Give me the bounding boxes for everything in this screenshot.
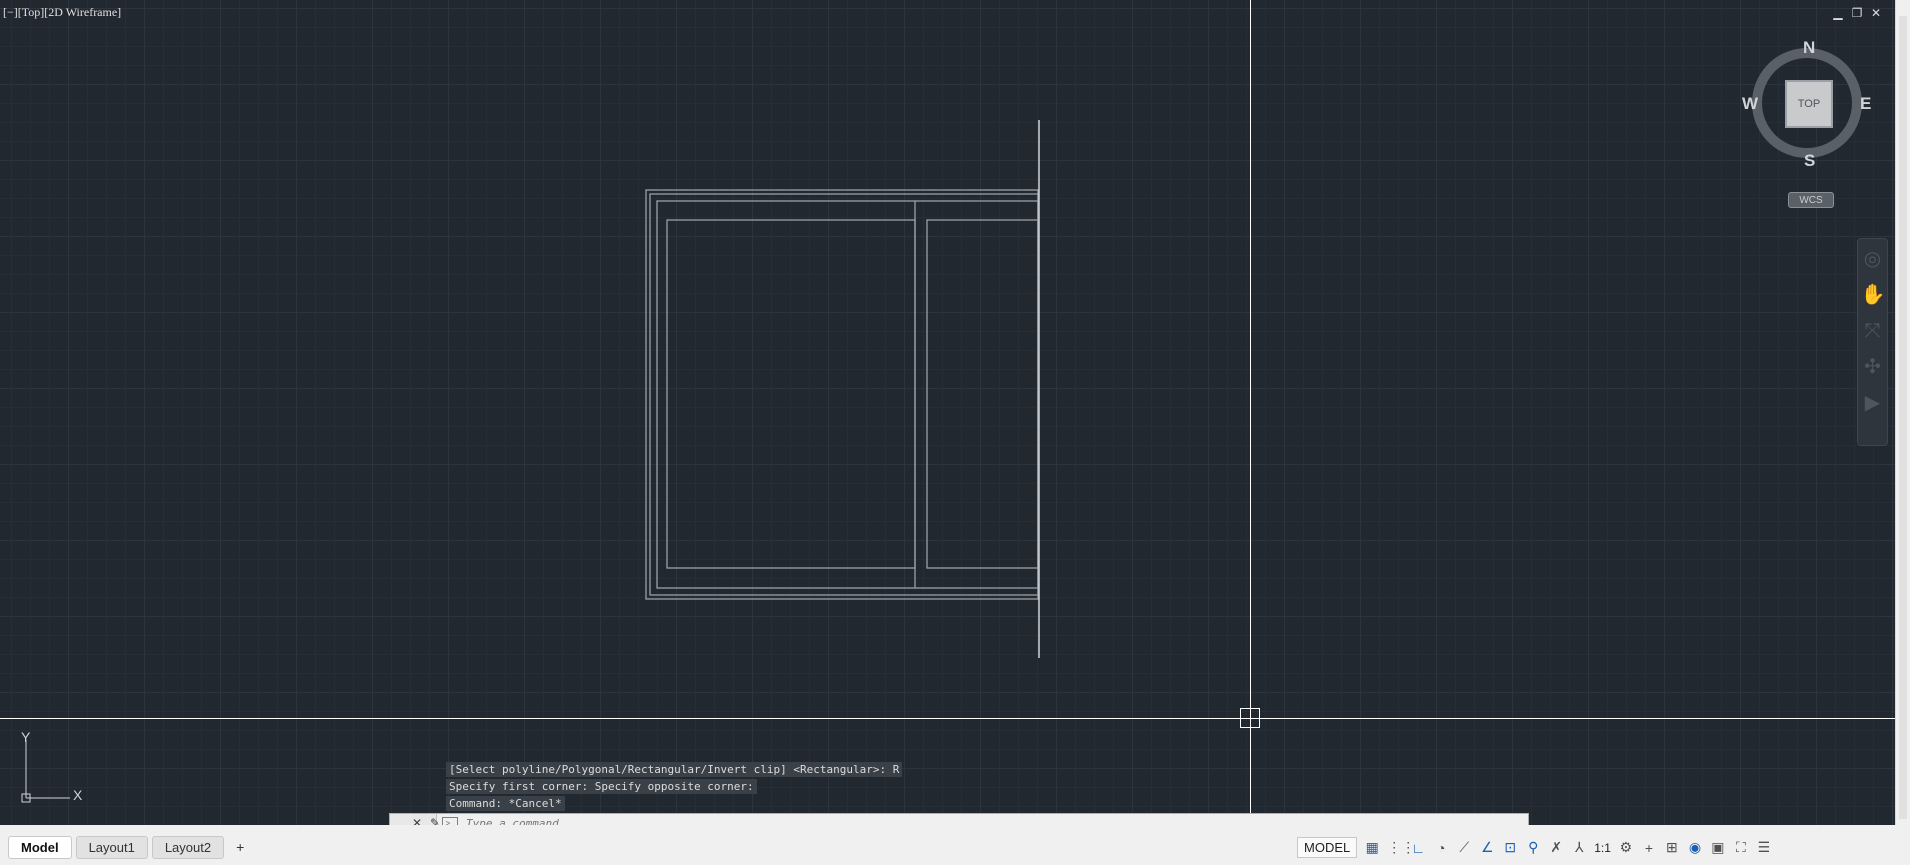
wcs-menu[interactable]: WCS <box>1788 192 1834 208</box>
compass-north[interactable]: N <box>1803 38 1815 58</box>
ucs-x-label: X <box>73 787 83 803</box>
command-history-line: [Select polyline/Polygonal/Rectangular/I… <box>446 762 903 777</box>
command-history-line: Specify first corner: Specify opposite c… <box>446 779 757 794</box>
osnap-track-icon[interactable]: ∠ <box>1479 839 1495 856</box>
auto-scale-icon[interactable]: ✗ <box>1548 839 1564 856</box>
minimize-icon[interactable]: ▁ <box>1830 6 1846 20</box>
panel-border <box>656 200 1039 589</box>
ortho-icon[interactable]: ∟ <box>1410 840 1426 856</box>
right-panel <box>926 219 1039 569</box>
osnap-icon[interactable]: ⊡ <box>1502 839 1518 856</box>
left-panel <box>666 219 916 569</box>
vertical-scrollbar[interactable] <box>1895 0 1910 825</box>
hardware-accel-icon[interactable]: ▣ <box>1710 839 1726 856</box>
status-toolbar: MODEL ▦ ⋮⋮ ∟ ◔ ⟋ ∠ ⊡ ⚲ ✗ ⅄ 1:1 ⚙ + ⊞ ◉ ▣… <box>1297 837 1772 858</box>
navigation-bar: ◎ ✋ ⤧ ✣ ▶ <box>1857 238 1888 446</box>
inner-frame <box>649 193 1039 596</box>
annotation-scale-icon[interactable]: ⅄ <box>1571 839 1587 856</box>
command-history: [Select polyline/Polygonal/Rectangular/I… <box>446 762 903 813</box>
pan-icon[interactable]: ✋ <box>1861 283 1886 307</box>
workspace-gear-icon[interactable]: ⚙ <box>1618 839 1634 856</box>
steering-wheel-icon[interactable]: ◎ <box>1861 247 1885 271</box>
status-bar: Model Layout1 Layout2 + MODEL ▦ ⋮⋮ ∟ ◔ ⟋… <box>0 829 1910 865</box>
customize-icon[interactable]: ☰ <box>1756 839 1772 856</box>
annotation-visibility-icon[interactable]: ⚲ <box>1525 839 1541 856</box>
restore-icon[interactable]: ❐ <box>1849 6 1865 20</box>
add-layout-button[interactable]: + <box>228 836 252 859</box>
crosshair-horizontal <box>0 718 1895 719</box>
tab-layout2[interactable]: Layout2 <box>151 836 225 859</box>
vertical-scroll-thumb[interactable] <box>1899 16 1907 819</box>
compass-south[interactable]: S <box>1804 151 1815 171</box>
plus-icon[interactable]: + <box>1641 840 1657 856</box>
compass-west[interactable]: W <box>1742 94 1758 114</box>
ucs-icon: Y X <box>14 729 94 810</box>
polar-icon[interactable]: ◔ <box>1433 840 1449 856</box>
clean-screen-icon[interactable]: ⛶ <box>1733 839 1749 856</box>
isolate-icon[interactable]: ◉ <box>1687 839 1703 856</box>
orbit-icon[interactable]: ✣ <box>1861 355 1885 379</box>
ucs-y-label: Y <box>21 730 31 745</box>
layout-tabs: Model Layout1 Layout2 + <box>8 836 252 859</box>
grid-icon[interactable]: ▦ <box>1364 839 1380 856</box>
tab-layout1[interactable]: Layout1 <box>75 836 148 859</box>
zoom-extents-icon[interactable]: ⤧ <box>1861 319 1885 343</box>
snap-icon[interactable]: ⋮⋮ <box>1387 839 1415 856</box>
units-icon[interactable]: ⊞ <box>1664 839 1680 856</box>
command-history-line: Command: *Cancel* <box>446 796 565 811</box>
annotation-scale-value[interactable]: 1:1 <box>1594 841 1611 855</box>
drawing-canvas[interactable] <box>0 0 1895 825</box>
outer-frame <box>645 189 1039 600</box>
crosshair-vertical <box>1250 0 1251 825</box>
viewcube[interactable]: TOP N S E W <box>1742 38 1876 174</box>
model-viewport[interactable]: [−][Top][2D Wireframe] ▁ ❐ ✕ TOP N S E W… <box>0 0 1910 825</box>
viewcube-top-face[interactable]: TOP <box>1785 80 1833 128</box>
close-viewport-icon[interactable]: ✕ <box>1868 6 1884 20</box>
isodraft-icon[interactable]: ⟋ <box>1456 839 1472 856</box>
tab-model[interactable]: Model <box>8 836 72 859</box>
compass-east[interactable]: E <box>1860 94 1871 114</box>
showmotion-icon[interactable]: ▶ <box>1861 391 1885 415</box>
pickbox-cursor <box>1240 708 1260 728</box>
model-space-button[interactable]: MODEL <box>1297 837 1358 858</box>
